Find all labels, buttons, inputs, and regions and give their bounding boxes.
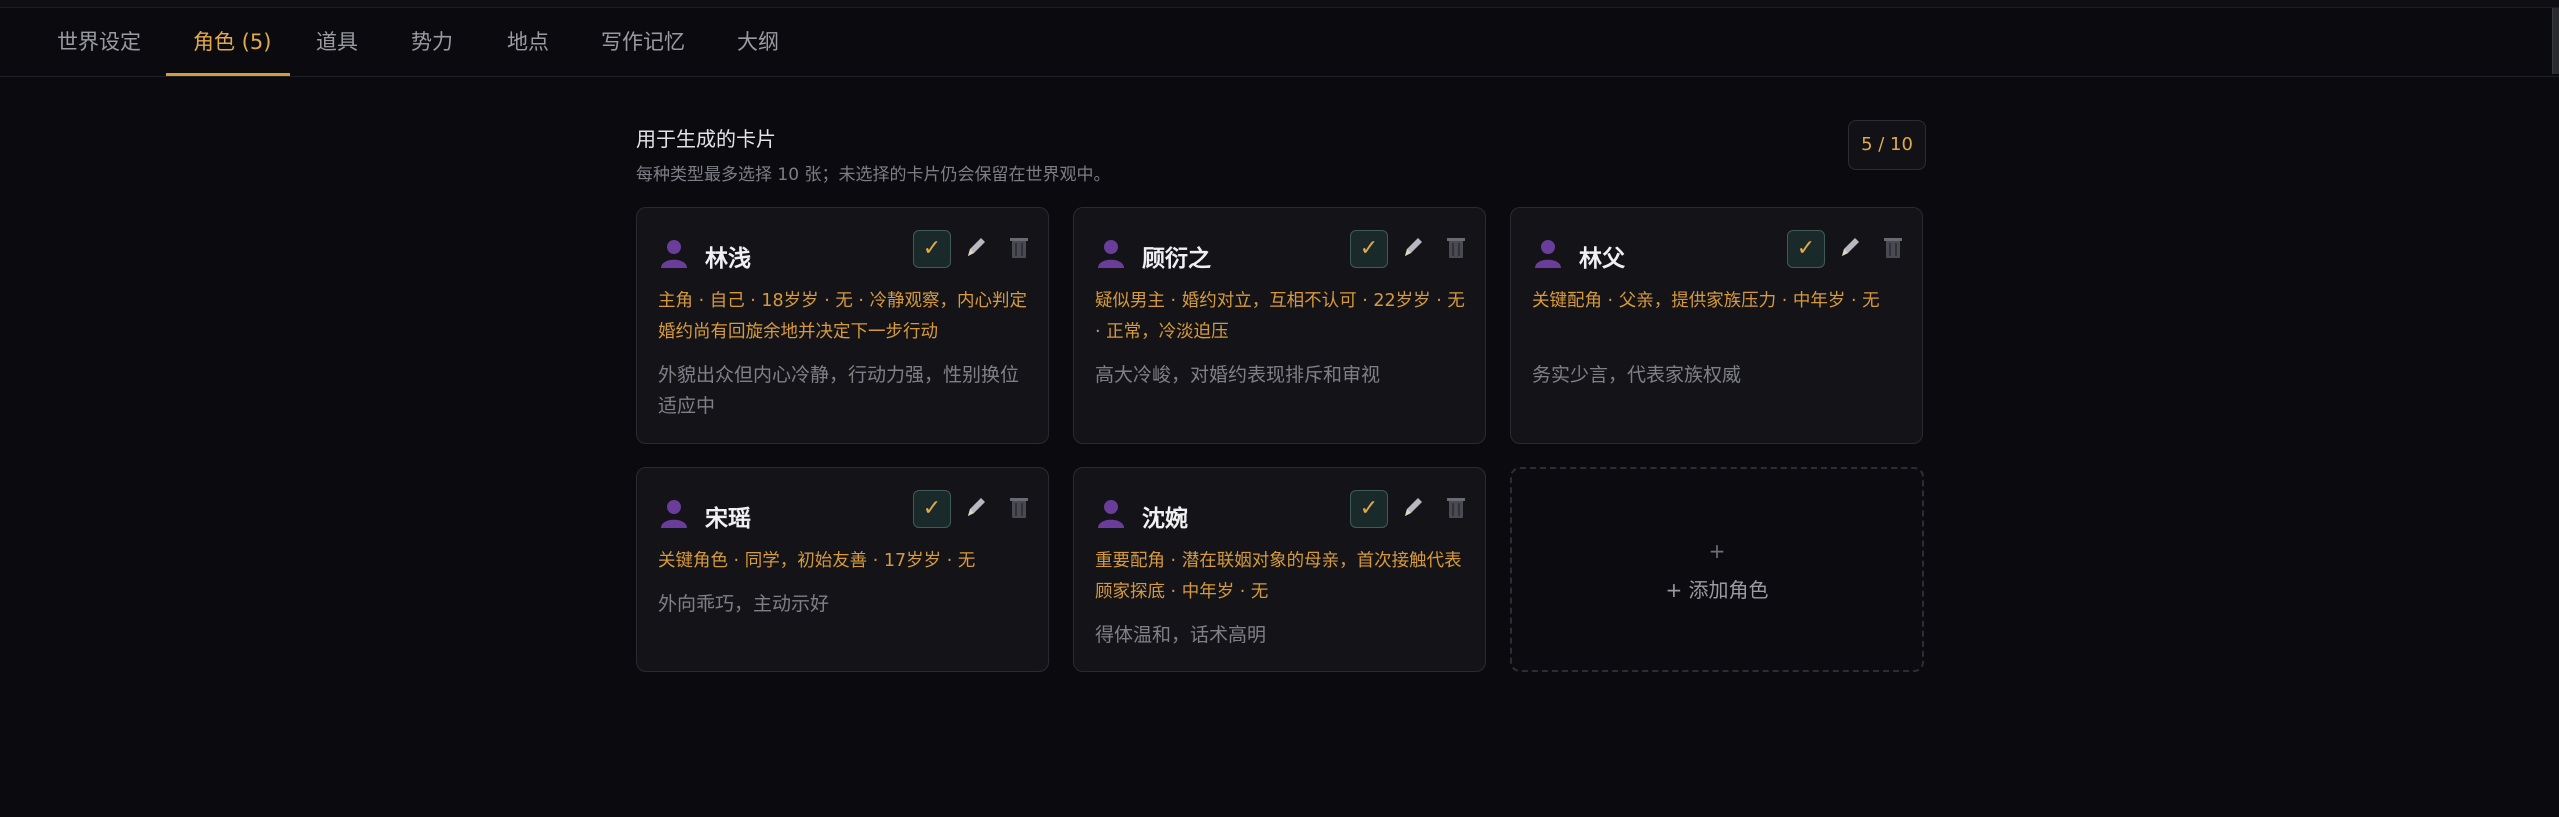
character-name: 林浅 <box>705 245 751 272</box>
selection-counter: 5 / 10 <box>1848 120 1926 170</box>
character-name: 宋瑶 <box>705 505 751 532</box>
character-description: 外向乖巧，主动示好 <box>658 593 830 615</box>
tab-bar: 世界设定 角色 (5) 道具 势力 地点 写作记忆 大纲 <box>0 8 2559 77</box>
character-tags: 关键配角 · 父亲，提供家族压力 · 中年岁 · 无 <box>1532 291 1880 311</box>
character-tags: 关键角色 · 同学，初始友善 · 17岁岁 · 无 <box>658 551 976 571</box>
select-checkbox[interactable]: ✓ <box>913 230 951 268</box>
select-checkbox[interactable]: ✓ <box>1350 230 1388 268</box>
character-tags: 重要配角 · 潜在联姻对象的母亲，首次接触代表顾家探底 · 中年岁 · 无 <box>1095 551 1462 602</box>
active-tab-indicator <box>166 73 290 76</box>
trash-icon[interactable] <box>1881 234 1905 262</box>
person-icon <box>661 500 687 528</box>
character-name: 林父 <box>1579 245 1625 272</box>
character-name: 顾衍之 <box>1142 245 1211 272</box>
add-character-button[interactable]: + + 添加角色 <box>1510 467 1924 672</box>
tab-world-settings[interactable]: 世界设定 <box>57 8 141 76</box>
character-tags: 疑似男主 · 婚约对立，互相不认可 · 22岁岁 · 无 · 正常，冷淡迫压 <box>1095 291 1465 342</box>
select-checkbox[interactable]: ✓ <box>1787 230 1825 268</box>
section-title: 用于生成的卡片 <box>636 127 776 151</box>
person-icon <box>661 240 687 268</box>
tab-writing-memory[interactable]: 写作记忆 <box>601 8 685 76</box>
pencil-icon[interactable] <box>1837 234 1863 262</box>
section-subtitle: 每种类型最多选择 10 张；未选择的卡片仍会保留在世界观中。 <box>636 165 1111 185</box>
pencil-icon[interactable] <box>963 234 989 262</box>
person-icon <box>1098 240 1124 268</box>
select-checkbox[interactable]: ✓ <box>913 490 951 528</box>
trash-icon[interactable] <box>1007 234 1031 262</box>
character-description: 得体温和，话术高明 <box>1095 624 1267 646</box>
character-card[interactable]: 宋瑶 ✓ 关键角色 · 同学，初始友善 · 17岁岁 · 无 外向乖巧，主动示好 <box>636 467 1049 672</box>
select-checkbox[interactable]: ✓ <box>1350 490 1388 528</box>
character-card[interactable]: 顾衍之 ✓ 疑似男主 · 婚约对立，互相不认可 · 22岁岁 · 无 · 正常，… <box>1073 207 1486 444</box>
tab-factions[interactable]: 势力 <box>411 8 453 76</box>
tab-items[interactable]: 道具 <box>316 8 358 76</box>
scrollbar-thumb[interactable] <box>2552 8 2559 74</box>
pencil-icon[interactable] <box>1400 234 1426 262</box>
person-icon <box>1535 240 1561 268</box>
window-top-strip <box>0 0 2559 8</box>
trash-icon[interactable] <box>1444 234 1468 262</box>
plus-icon: + <box>1708 539 1726 563</box>
character-description: 务实少言，代表家族权威 <box>1532 364 1742 386</box>
character-card[interactable]: 林浅 ✓ 主角 · 自己 · 18岁岁 · 无 · 冷静观察，内心判定婚约尚有回… <box>636 207 1049 444</box>
trash-icon[interactable] <box>1444 494 1468 522</box>
character-card[interactable]: 林父 ✓ 关键配角 · 父亲，提供家族压力 · 中年岁 · 无 务实少言，代表家… <box>1510 207 1923 444</box>
tab-outline[interactable]: 大纲 <box>737 8 779 76</box>
pencil-icon[interactable] <box>1400 494 1426 522</box>
character-tags: 主角 · 自己 · 18岁岁 · 无 · 冷静观察，内心判定婚约尚有回旋余地并决… <box>658 291 1028 342</box>
add-character-label: + 添加角色 <box>1665 578 1769 602</box>
tab-locations[interactable]: 地点 <box>507 8 549 76</box>
tab-characters[interactable]: 角色 (5) <box>193 8 271 76</box>
character-card[interactable]: 沈婉 ✓ 重要配角 · 潜在联姻对象的母亲，首次接触代表顾家探底 · 中年岁 ·… <box>1073 467 1486 672</box>
character-description: 高大冷峻，对婚约表现排斥和审视 <box>1095 364 1381 386</box>
person-icon <box>1098 500 1124 528</box>
character-name: 沈婉 <box>1142 505 1188 532</box>
trash-icon[interactable] <box>1007 494 1031 522</box>
character-description: 外貌出众但内心冷静，行动力强，性别换位适应中 <box>658 364 1020 417</box>
pencil-icon[interactable] <box>963 494 989 522</box>
